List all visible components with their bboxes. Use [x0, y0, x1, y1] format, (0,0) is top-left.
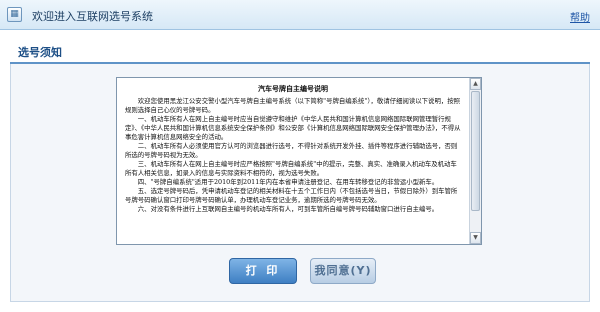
notice-title: 汽车号牌自主编号说明 — [258, 84, 328, 93]
print-button[interactable]: 打 印 — [229, 258, 297, 284]
notice-paragraph: 四、"号牌自编系统"适用于2010年到2011年内在本省申请注册登记、在用车转移… — [137, 178, 439, 186]
notice-paragraph: 三、机动车所有人在网上自主编号时应严格按照"号牌自编系统"中的提示，完整、真实、… — [125, 160, 457, 177]
notice-paragraph: 五、选定号牌号码后，凭申请机动车登记的相关材料在十五个工作日内（不包括选号当日，… — [125, 187, 458, 204]
notice-scrollbar[interactable]: ▲ ▼ — [469, 78, 481, 244]
section-title: 选号须知 — [18, 46, 62, 59]
notice-paragraph: 二、机动车所有人必须使用官方认可的浏览器进行选号，不得针对系统开发外挂、插件等程… — [125, 142, 458, 159]
help-link[interactable]: 帮助 — [570, 9, 590, 24]
scroll-down-arrow-icon[interactable]: ▼ — [470, 232, 481, 244]
notice-content: 汽车号牌自主编号说明 欢迎您使用黑龙江公安交警小型汽车号牌自主编号系统（以下简称… — [117, 78, 469, 244]
notice-textbox[interactable]: 汽车号牌自主编号说明 欢迎您使用黑龙江公安交警小型汽车号牌自主编号系统（以下简称… — [116, 77, 482, 245]
window-title: 欢迎进入互联网选号系统 — [32, 10, 153, 23]
window-titlebar: ▦ 欢迎进入互联网选号系统 帮助 — [0, 0, 600, 30]
scrollbar-thumb[interactable] — [471, 91, 480, 211]
notice-paragraph: 一、机动车所有人在网上自主编号时应当自觉遵守和维护《中华人民共和国计算机信息网络… — [125, 115, 461, 141]
section-header: 选号须知 — [10, 40, 590, 64]
app-window-icon: ▦ — [7, 7, 22, 22]
agree-button[interactable]: 我同意(Y) — [310, 258, 376, 284]
notice-paragraph: 六、对没有条件进行上互联网自主编号的机动车所有人，可到车管所自编号牌号码辅助窗口… — [137, 205, 439, 213]
scroll-up-arrow-icon[interactable]: ▲ — [470, 78, 481, 90]
notice-paragraph: 欢迎您使用黑龙江公安交警小型汽车号牌自主编号系统（以下简称"号牌自编系统"），敬… — [125, 97, 461, 114]
